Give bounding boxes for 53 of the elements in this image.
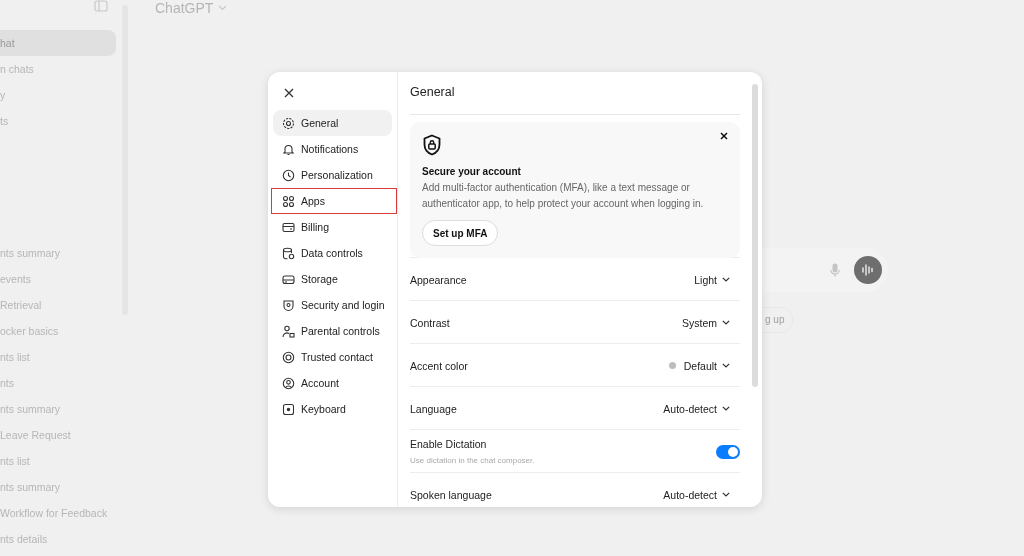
settings-tab[interactable]: Apps: [271, 188, 397, 214]
setting-label: Enable Dictation: [410, 438, 488, 450]
banner-text: Add multi-factor authentication (MFA), like a text message or authenticator app, to help protect your account when logging in.: [422, 181, 705, 211]
setting-label: Contrast: [410, 316, 450, 329]
gear-icon: [282, 116, 295, 130]
settings-tab[interactable]: Security and login: [273, 292, 392, 318]
keyboard-icon: [282, 402, 295, 416]
setting-dropdown[interactable]: System: [682, 316, 740, 329]
setting-dropdown[interactable]: Auto-detect: [663, 488, 740, 501]
settings-tab[interactable]: Keyboard: [273, 396, 392, 422]
setting-label: Accent color: [410, 359, 468, 372]
setting-dropdown[interactable]: Default: [668, 359, 740, 372]
settings-tab[interactable]: General: [273, 110, 392, 136]
setup-mfa-button[interactable]: Set up MFA: [422, 220, 499, 246]
person-icon: [282, 324, 295, 338]
setting-description: Use dictation in the chat composer.: [410, 456, 535, 465]
settings-tab[interactable]: Storage: [273, 266, 392, 292]
settings-tab[interactable]: Parental controls: [273, 318, 392, 344]
scrollbar-thumb[interactable]: [752, 84, 758, 387]
setting-label: Appearance: [410, 273, 467, 286]
chevron-icon: [218, 5, 228, 11]
toggle-switch[interactable]: [716, 444, 740, 459]
database-icon: [282, 246, 295, 260]
sidebar-toggle-icon[interactable]: [94, 0, 108, 12]
voice-mode-button[interactable]: [854, 256, 882, 284]
chevron-icon: [722, 320, 730, 325]
setting-label: Spoken language: [410, 488, 492, 501]
setting-dropdown[interactable]: Auto-detect: [663, 402, 740, 415]
settings-tab[interactable]: Trusted contact: [273, 344, 392, 370]
chevron-icon: [722, 406, 730, 411]
settings-tab[interactable]: Personalization: [273, 162, 392, 188]
clock-icon: [282, 168, 295, 182]
shield-icon: [282, 298, 295, 312]
setting-label: Language: [410, 402, 457, 415]
user-icon: [282, 376, 295, 390]
chevron-icon: [722, 492, 730, 497]
shield-lock-icon: [422, 134, 442, 156]
drive-icon: [282, 272, 295, 286]
grid-icon: [282, 194, 295, 208]
settings-tab[interactable]: Account: [273, 370, 392, 396]
close-icon[interactable]: [720, 132, 728, 140]
bell-icon: [282, 142, 295, 156]
settings-tab[interactable]: Data controls: [273, 240, 392, 266]
chevron-icon: [722, 277, 730, 282]
setting-dropdown[interactable]: Light: [694, 273, 740, 286]
ring-icon: [282, 350, 295, 364]
banner-title: Secure your account: [422, 166, 521, 177]
card-icon: [282, 220, 295, 234]
settings-tab[interactable]: Notifications: [273, 136, 392, 162]
section-title: General: [410, 84, 740, 115]
close-icon[interactable]: [284, 88, 294, 98]
settings-tab[interactable]: Billing: [273, 214, 392, 240]
chevron-icon: [722, 363, 730, 368]
